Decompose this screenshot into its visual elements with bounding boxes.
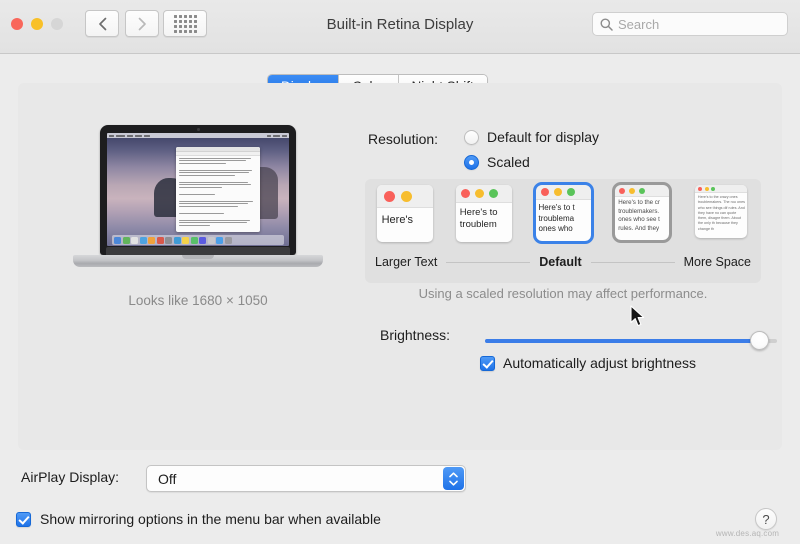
scaling-option-3-cell: Here's to t troublema ones who [523,185,602,251]
thumb-1-titlebar [377,185,433,208]
scaling-option-4-cell: Here's to the cr troublemakers. ones who… [603,185,682,251]
scaling-rule-left [446,262,530,263]
brightness-slider[interactable] [485,334,777,348]
resolution-caption: Looks like 1680 × 1050 [73,293,323,308]
scaling-option-1-cell: Here's [365,185,444,251]
thumb-5-text: Here's to the crazy ones troublemakers. … [695,193,747,232]
brightness-label: Brightness: [380,327,450,343]
preview-document-text [176,156,260,230]
watermark-text: www.des.aq.com [700,529,795,538]
thumb-3-text: Here's to t troublema ones who [536,200,591,235]
preview-textedit-window [176,147,260,233]
thumb-2-text: Here's to troublem [456,203,512,231]
scaling-option-4-hovered[interactable]: Here's to the cr troublemakers. ones who… [615,185,669,240]
scaling-option-2[interactable]: Here's to troublem [456,185,512,242]
brightness-slider-fill [485,339,759,343]
scaling-label-larger-text: Larger Text [375,255,437,269]
scaling-option-5[interactable]: Here's to the crazy ones troublemakers. … [695,185,747,238]
thumb-2-titlebar [456,185,512,203]
scaled-performance-note: Using a scaled resolution may affect per… [365,286,761,301]
search-icon [600,18,613,31]
search-input-placeholder: Search [618,17,659,32]
scaling-option-5-cell: Here's to the crazy ones troublemakers. … [682,185,761,251]
scaling-option-1[interactable]: Here's [377,185,433,242]
display-preferences-window: Built-in Retina Display Search Display C… [0,0,800,544]
scaling-labels-row: Larger Text Default More Space [365,251,761,273]
scaling-rule-right [591,262,675,263]
mouse-cursor-icon [630,305,646,328]
airplay-display-label: AirPlay Display: [21,469,119,485]
window-titlebar: Built-in Retina Display Search [0,0,800,54]
brightness-slider-knob[interactable] [750,331,769,350]
show-mirroring-options-row[interactable]: Show mirroring options in the menu bar w… [16,511,381,527]
radio-default-label: Default for display [487,129,599,145]
resolution-option-default[interactable]: Default for display [464,129,599,145]
auto-brightness-label: Automatically adjust brightness [503,355,696,371]
scaled-resolution-picker: Here's Here's to troublem [365,179,761,283]
macbook-screen [107,133,289,246]
show-mirroring-options-checkbox[interactable] [16,512,31,527]
preview-dock [112,235,283,245]
show-mirroring-options-label: Show mirroring options in the menu bar w… [40,511,381,527]
macbook-latch-notch [182,255,214,259]
scaling-option-3-selected[interactable]: Here's to t troublema ones who [536,185,591,241]
macbook-base [73,255,323,267]
search-field[interactable]: Search [592,12,788,36]
radio-scaled[interactable] [464,155,479,170]
radio-default-for-display[interactable] [464,130,479,145]
scaling-label-default: Default [539,255,581,269]
thumb-5-titlebar [695,185,747,193]
macbook-lid [100,125,296,255]
airplay-stepper[interactable] [443,467,464,490]
airplay-display-value: Off [147,471,176,487]
thumb-4-titlebar [615,185,669,197]
scaling-option-2-cell: Here's to troublem [444,185,523,251]
resolution-label: Resolution: [368,131,438,147]
display-preview: Looks like 1680 × 1050 [73,125,323,325]
display-settings-panel: Looks like 1680 × 1050 Resolution: Defau… [18,83,782,450]
preview-menubar [107,133,289,138]
thumb-4-text: Here's to the cr troublemakers. ones who… [615,197,669,233]
chevron-down-icon [449,480,458,486]
webcam-icon [197,128,200,131]
auto-brightness-checkbox[interactable] [480,356,495,371]
resolution-option-scaled[interactable]: Scaled [464,154,530,170]
thumb-3-titlebar [536,185,591,200]
radio-scaled-label: Scaled [487,154,530,170]
thumb-1-text: Here's [377,208,433,227]
auto-brightness-row[interactable]: Automatically adjust brightness [480,355,696,371]
chevron-up-icon [449,472,458,478]
airplay-display-select[interactable]: Off [146,465,466,492]
scaling-thumbnail-row: Here's Here's to troublem [365,185,761,251]
help-button[interactable]: ? [755,508,777,530]
scaling-label-more-space: More Space [684,255,751,269]
